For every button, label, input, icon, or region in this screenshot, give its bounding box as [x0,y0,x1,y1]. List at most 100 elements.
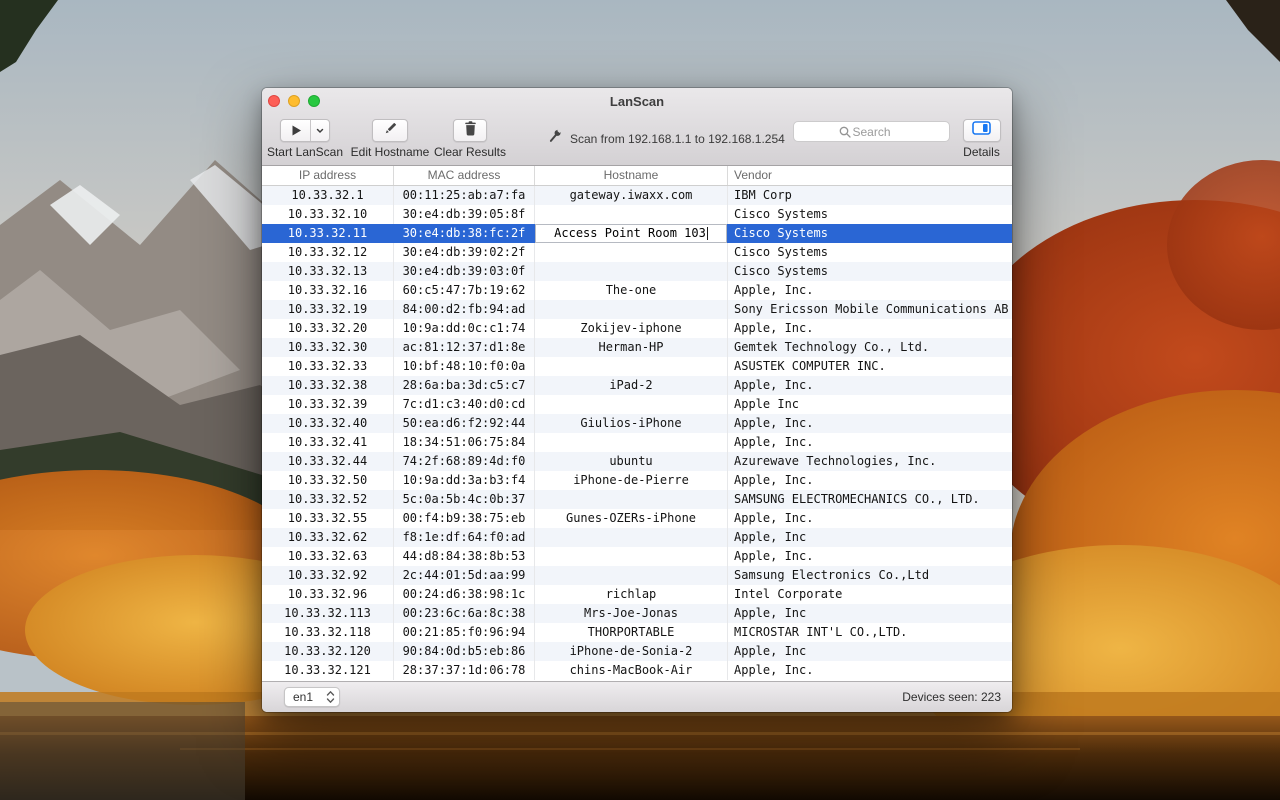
cell-mac: 28:37:37:1d:06:78 [393,661,534,680]
cell-mac: 50:ea:d6:f2:92:44 [393,414,534,433]
cell-ip: 10.33.32.33 [262,357,393,376]
cell-vendor: Azurewave Technologies, Inc. [727,452,1012,471]
cell-ip: 10.33.32.10 [262,205,393,224]
hostname-edit-text: Access Point Room 103 [554,224,706,243]
cell-ip: 10.33.32.92 [262,566,393,585]
cell-vendor: Gemtek Technology Co., Ltd. [727,338,1012,357]
devices-seen-label: Devices seen: 223 [902,690,1001,704]
table-row[interactable]: 10.33.32.4050:ea:d6:f2:92:44Giulios-iPho… [262,414,1012,433]
cell-ip: 10.33.32.30 [262,338,393,357]
table-row[interactable]: 10.33.32.1984:00:d2:fb:94:adSony Ericsso… [262,300,1012,319]
cell-hostname: THORPORTABLE [534,623,727,642]
column-header-hostname[interactable]: Hostname [534,166,727,185]
table-row[interactable]: 10.33.32.1660:c5:47:7b:19:62The-oneApple… [262,281,1012,300]
column-header-mac[interactable]: MAC address [393,166,534,185]
cell-mac: 10:bf:48:10:f0:0a [393,357,534,376]
cell-vendor: Apple Inc [727,395,1012,414]
chevron-down-icon[interactable] [310,120,329,141]
search-input[interactable] [793,121,950,142]
cell-vendor: IBM Corp [727,186,1012,205]
start-lanscan-label: Start LanScan [267,145,343,159]
cell-ip: 10.33.32.1 [262,186,393,205]
table-row[interactable]: 10.33.32.4474:2f:68:89:4d:f0ubuntuAzurew… [262,452,1012,471]
cell-vendor: Cisco Systems [727,262,1012,281]
toolbar: Start LanScan Edit Hostname [262,114,1012,166]
cell-vendor: Apple, Inc. [727,433,1012,452]
edit-hostname-label: Edit Hostname [351,145,430,159]
table-row[interactable]: 10.33.32.525c:0a:5b:4c:0b:37SAMSUNG ELEC… [262,490,1012,509]
cell-hostname [534,243,727,262]
cell-mac: 5c:0a:5b:4c:0b:37 [393,490,534,509]
cell-mac: 60:c5:47:7b:19:62 [393,281,534,300]
cell-vendor: Apple, Inc. [727,376,1012,395]
table-row[interactable]: 10.33.32.1030:e4:db:39:05:8fCisco System… [262,205,1012,224]
column-header-vendor[interactable]: Vendor [727,166,1012,185]
cell-hostname: Mrs-Joe-Jonas [534,604,727,623]
cell-hostname [534,395,727,414]
cell-vendor: Apple, Inc. [727,547,1012,566]
table-row[interactable]: 10.33.32.12090:84:0d:b5:eb:86iPhone-de-S… [262,642,1012,661]
cell-mac: 00:21:85:f0:96:94 [393,623,534,642]
edit-hostname-button[interactable] [372,119,408,142]
cell-hostname: Zokijev-iphone [534,319,727,338]
cell-mac: 28:6a:ba:3d:c5:c7 [393,376,534,395]
cell-mac: 90:84:0d:b5:eb:86 [393,642,534,661]
cell-ip: 10.33.32.40 [262,414,393,433]
cell-mac: 18:34:51:06:75:84 [393,433,534,452]
search-field-wrap [793,121,950,142]
table-row[interactable]: 10.33.32.11300:23:6c:6a:8c:38Mrs-Joe-Jon… [262,604,1012,623]
cell-hostname: richlap [534,585,727,604]
cell-hostname [534,547,727,566]
cell-mac: f8:1e:df:64:f0:ad [393,528,534,547]
window-titlebar[interactable]: LanScan [262,88,1012,114]
cell-vendor: Cisco Systems [727,243,1012,262]
clear-results-label: Clear Results [434,145,506,159]
details-button[interactable] [963,119,1001,142]
table-row[interactable]: 10.33.32.6344:d8:84:38:8b:53Apple, Inc. [262,547,1012,566]
table-row[interactable]: 10.33.32.1230:e4:db:39:02:2fCisco System… [262,243,1012,262]
table-row[interactable]: 10.33.32.3828:6a:ba:3d:c5:c7iPad-2Apple,… [262,376,1012,395]
cell-ip: 10.33.32.16 [262,281,393,300]
table-row[interactable]: 10.33.32.5010:9a:dd:3a:b3:f4iPhone-de-Pi… [262,471,1012,490]
hostname-edit-field[interactable]: Access Point Room 103 [535,224,727,243]
table-row[interactable]: 10.33.32.30ac:81:12:37:d1:8eHerman-HPGem… [262,338,1012,357]
table-row[interactable]: 10.33.32.2010:9a:dd:0c:c1:74Zokijev-ipho… [262,319,1012,338]
column-header-ip[interactable]: IP address [262,166,393,185]
table-row[interactable]: 10.33.32.62f8:1e:df:64:f0:adApple, Inc [262,528,1012,547]
cell-hostname [534,262,727,281]
interface-selector[interactable]: en1 [284,687,340,707]
table-row[interactable]: 10.33.32.11800:21:85:f0:96:94THORPORTABL… [262,623,1012,642]
cell-ip: 10.33.32.50 [262,471,393,490]
table-row[interactable]: 10.33.32.1330:e4:db:39:03:0fCisco System… [262,262,1012,281]
cell-mac: 74:2f:68:89:4d:f0 [393,452,534,471]
table-row[interactable]: 10.33.32.12128:37:37:1d:06:78chins-MacBo… [262,661,1012,680]
table-row[interactable]: 10.33.32.922c:44:01:5d:aa:99Samsung Elec… [262,566,1012,585]
cell-ip: 10.33.32.113 [262,604,393,623]
table-row[interactable]: 10.33.32.9600:24:d6:38:98:1crichlapIntel… [262,585,1012,604]
cell-hostname: chins-MacBook-Air [534,661,727,680]
cell-vendor: SAMSUNG ELECTROMECHANICS CO., LTD. [727,490,1012,509]
cell-vendor: Apple, Inc [727,528,1012,547]
cell-ip: 10.33.32.44 [262,452,393,471]
clear-results-button[interactable] [453,119,487,142]
table-row[interactable]: 10.33.32.397c:d1:c3:40:d0:cdApple Inc [262,395,1012,414]
table-row[interactable]: 10.33.32.100:11:25:ab:a7:fagateway.iwaxx… [262,186,1012,205]
table-body: 10.33.32.100:11:25:ab:a7:fagateway.iwaxx… [262,186,1012,681]
cell-vendor: Apple, Inc. [727,509,1012,528]
cell-hostname [534,490,727,509]
table-row[interactable]: 10.33.32.3310:bf:48:10:f0:0aASUSTEK COMP… [262,357,1012,376]
table-row[interactable]: 10.33.32.1130:e4:db:38:fc:2fAccess Point… [262,224,1012,243]
cell-mac: 30:e4:db:38:fc:2f [393,224,534,243]
cell-vendor: Apple, Inc [727,604,1012,623]
cell-vendor: Cisco Systems [727,224,1012,243]
cell-hostname: ubuntu [534,452,727,471]
cell-mac: 30:e4:db:39:03:0f [393,262,534,281]
cell-hostname [534,566,727,585]
start-lanscan-button[interactable] [280,119,330,142]
cell-mac: 84:00:d2:fb:94:ad [393,300,534,319]
table-row[interactable]: 10.33.32.5500:f4:b9:38:75:ebGunes-OZERs-… [262,509,1012,528]
play-icon[interactable] [281,120,310,141]
details-group: Details [959,119,1004,159]
cell-ip: 10.33.32.12 [262,243,393,262]
table-row[interactable]: 10.33.32.4118:34:51:06:75:84Apple, Inc. [262,433,1012,452]
